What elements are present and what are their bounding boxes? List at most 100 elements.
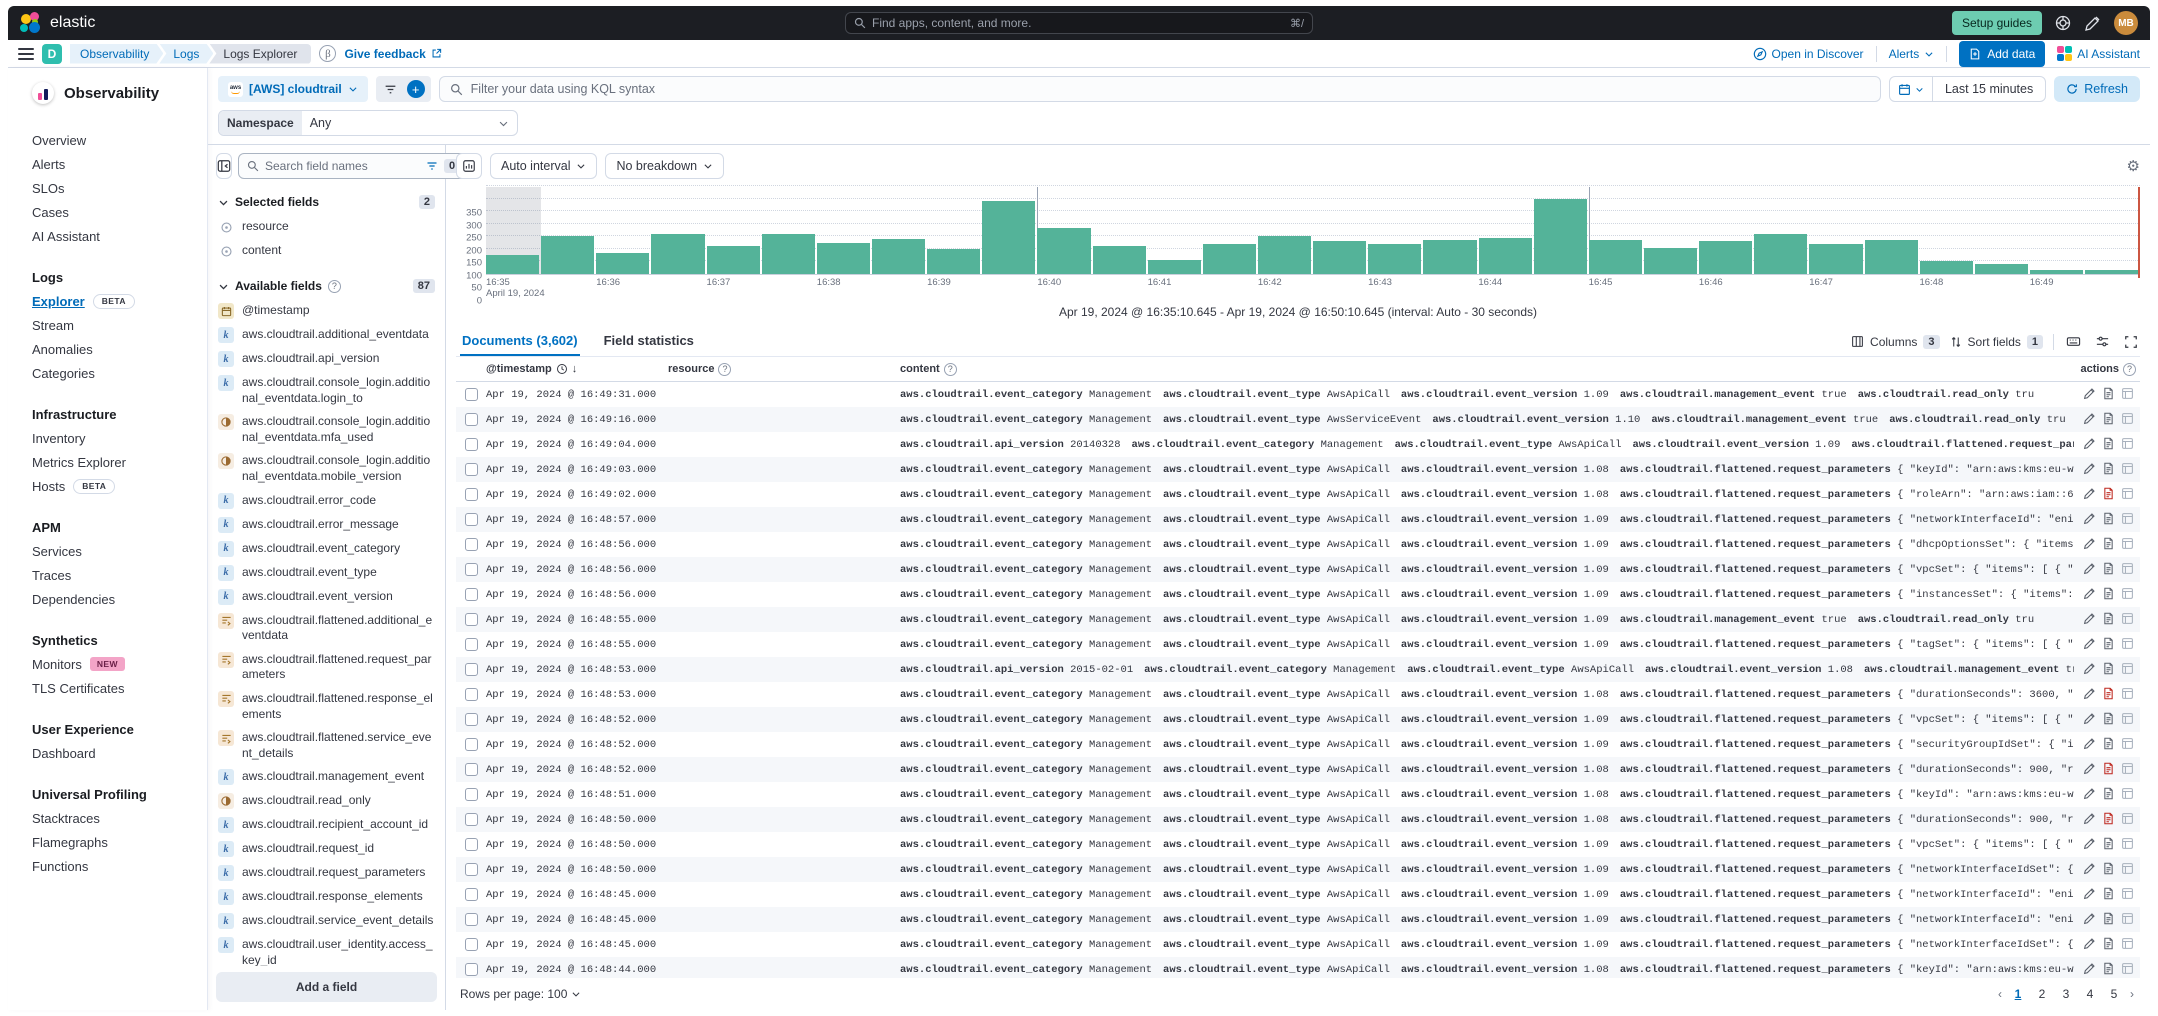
edit-action-icon[interactable] [2083, 887, 2098, 902]
row-checkbox[interactable] [465, 938, 478, 951]
content-cell[interactable]: aws.cloudtrail.event_category Management… [900, 789, 2074, 801]
content-cell[interactable]: aws.cloudtrail.event_category Management… [900, 489, 2074, 501]
timestamp-cell[interactable]: Apr 19, 2024 @ 16:48:56.000 [486, 564, 668, 576]
sidebar-item-dashboard[interactable]: Dashboard [32, 741, 207, 765]
give-feedback-link[interactable]: Give feedback [344, 47, 441, 61]
view-details-icon[interactable] [2121, 462, 2136, 477]
breadcrumb-logs[interactable]: Logs [159, 44, 213, 64]
field-item-timestamp[interactable]: @timestamp [216, 299, 437, 323]
histogram-bar[interactable] [1093, 246, 1146, 274]
histogram-bar[interactable] [1203, 244, 1256, 274]
timestamp-cell[interactable]: Apr 19, 2024 @ 16:48:44.000 [486, 964, 668, 976]
view-details-icon[interactable] [2121, 787, 2136, 802]
table-row[interactable]: Apr 19, 2024 @ 16:48:56.000aws.cloudtrai… [456, 557, 2140, 582]
histogram-bar[interactable] [541, 236, 594, 274]
view-details-icon[interactable] [2121, 937, 2136, 952]
kql-query-bar[interactable] [439, 76, 1881, 102]
histogram-bar[interactable] [2085, 270, 2138, 274]
timestamp-cell[interactable]: Apr 19, 2024 @ 16:48:52.000 [486, 739, 668, 751]
field-item-content[interactable]: content [216, 239, 437, 263]
expand-doc-icon[interactable] [2102, 462, 2117, 477]
view-details-icon[interactable] [2121, 562, 2136, 577]
field-item-aws-cloudtrail-api-version[interactable]: kaws.cloudtrail.api_version [216, 347, 437, 371]
histogram-bar[interactable] [982, 201, 1035, 274]
sort-fields-button[interactable]: Sort fields 1 [1950, 335, 2043, 349]
field-item-aws-cloudtrail-event-category[interactable]: kaws.cloudtrail.event_category [216, 537, 437, 561]
table-row[interactable]: Apr 19, 2024 @ 16:48:56.000 aws.cloudtrai… [456, 582, 2140, 607]
table-row[interactable]: Apr 19, 2024 @ 16:48:45.000aws.cloudtrai… [456, 882, 2140, 907]
timestamp-cell[interactable]: Apr 19, 2024 @ 16:48:45.000 [486, 939, 668, 951]
row-checkbox[interactable] [465, 688, 478, 701]
timestamp-cell[interactable]: Apr 19, 2024 @ 16:48:50.000 [486, 839, 668, 851]
histogram-chart[interactable]: 050100150200250300350 16:3516:3616:3716:… [456, 187, 2140, 301]
expand-doc-icon[interactable] [2102, 787, 2117, 802]
row-checkbox[interactable] [465, 838, 478, 851]
timestamp-cell[interactable]: Apr 19, 2024 @ 16:48:57.000 [486, 514, 668, 526]
view-details-icon[interactable] [2121, 737, 2136, 752]
keyboard-shortcuts-icon[interactable] [2064, 332, 2083, 351]
content-cell[interactable]: aws.cloudtrail.event_category Management… [900, 514, 2074, 526]
timestamp-cell[interactable]: Apr 19, 2024 @ 16:48:50.000 [486, 814, 668, 826]
row-checkbox[interactable] [465, 638, 478, 651]
view-details-icon[interactable] [2121, 587, 2136, 602]
timestamp-cell[interactable]: Apr 19, 2024 @ 16:48:55.000 [486, 614, 668, 626]
row-checkbox[interactable] [465, 863, 478, 876]
content-cell[interactable]: aws.cloudtrail.event_category Management… [900, 689, 2074, 701]
tab-field-statistics[interactable]: Field statistics [602, 327, 696, 356]
sidebar-item-cases[interactable]: Cases [32, 200, 207, 224]
histogram-bar[interactable] [1258, 236, 1311, 274]
table-row[interactable]: Apr 19, 2024 @ 16:49:04.000aws.cloudtrai… [456, 432, 2140, 457]
view-details-icon[interactable] [2121, 862, 2136, 877]
content-cell[interactable]: aws.cloudtrail.event_category Management… [900, 589, 2074, 601]
field-item-aws-cloudtrail-service-event-details[interactable]: kaws.cloudtrail.service_event_details [216, 909, 437, 933]
field-item-aws-cloudtrail-read-only[interactable]: aws.cloudtrail.read_only [216, 789, 437, 813]
timestamp-cell[interactable]: Apr 19, 2024 @ 16:48:56.000 [486, 589, 668, 601]
edit-action-icon[interactable] [2083, 687, 2098, 702]
expand-doc-icon[interactable] [2102, 512, 2117, 527]
sidebar-item-categories[interactable]: Categories [32, 361, 207, 385]
interval-selector[interactable]: Auto interval [490, 153, 597, 179]
field-search[interactable]: 0 [238, 153, 469, 179]
row-checkbox[interactable] [465, 588, 478, 601]
edit-action-icon[interactable] [2083, 487, 2098, 502]
histogram-bar[interactable] [651, 234, 704, 274]
sidebar-item-alerts[interactable]: Alerts [32, 152, 207, 176]
content-cell[interactable]: aws.cloudtrail.event_category Management… [900, 939, 2074, 951]
view-details-icon[interactable] [2121, 837, 2136, 852]
table-row[interactable]: Apr 19, 2024 @ 16:48:50.000aws.cloudtrai… [456, 832, 2140, 857]
content-cell[interactable]: aws.cloudtrail.event_category Management… [900, 764, 2074, 776]
field-item-aws-cloudtrail-flattened-service-event-details[interactable]: aws.cloudtrail.flattened.service_event_d… [216, 726, 437, 765]
view-details-icon[interactable] [2121, 662, 2136, 677]
histogram-bar[interactable] [2030, 270, 2083, 274]
table-row[interactable]: Apr 19, 2024 @ 16:48:53.000aws.cloudtrai… [456, 657, 2140, 682]
sidebar-item-stacktraces[interactable]: Stacktraces [32, 806, 207, 830]
row-checkbox[interactable] [465, 538, 478, 551]
time-range-value[interactable]: Last 15 minutes [1933, 82, 2045, 96]
histogram-bar[interactable] [1809, 244, 1862, 274]
table-row[interactable]: Apr 19, 2024 @ 16:49:16.000aws.cloudtrai… [456, 407, 2140, 432]
timestamp-cell[interactable]: Apr 19, 2024 @ 16:49:31.000 [486, 389, 668, 401]
histogram-bar[interactable] [1644, 248, 1697, 274]
field-item-aws-cloudtrail-additional-eventdata[interactable]: kaws.cloudtrail.additional_eventdata [216, 323, 437, 347]
histogram-bar[interactable] [486, 255, 539, 274]
view-details-icon[interactable] [2121, 812, 2136, 827]
view-details-icon[interactable] [2121, 637, 2136, 652]
rows-per-page-selector[interactable]: Rows per page: 100 [460, 987, 581, 1001]
expand-doc-icon[interactable] [2102, 737, 2117, 752]
histogram-plot[interactable] [486, 187, 2140, 275]
fullscreen-icon[interactable] [2122, 333, 2140, 351]
breadcrumb-observability[interactable]: Observability [70, 44, 163, 64]
alerts-menu[interactable]: Alerts [1889, 47, 1935, 61]
histogram-bar[interactable] [1699, 241, 1752, 274]
field-item-aws-cloudtrail-console-login-additional-eventdata-mfa-used[interactable]: aws.cloudtrail.console_login.additional_… [216, 410, 437, 449]
setup-guides-button[interactable]: Setup guides [1952, 11, 2042, 35]
menu-icon[interactable] [18, 48, 34, 60]
row-checkbox[interactable] [465, 813, 478, 826]
timestamp-cell[interactable]: Apr 19, 2024 @ 16:48:55.000 [486, 639, 668, 651]
histogram-bar[interactable] [596, 253, 649, 274]
columns-button[interactable]: Columns 3 [1851, 335, 1939, 349]
histogram-bar[interactable] [1148, 260, 1201, 274]
field-item-aws-cloudtrail-request-id[interactable]: kaws.cloudtrail.request_id [216, 837, 437, 861]
sidebar-item-stream[interactable]: Stream [32, 313, 207, 337]
content-cell[interactable]: aws.cloudtrail.event_category Management… [900, 714, 2074, 726]
